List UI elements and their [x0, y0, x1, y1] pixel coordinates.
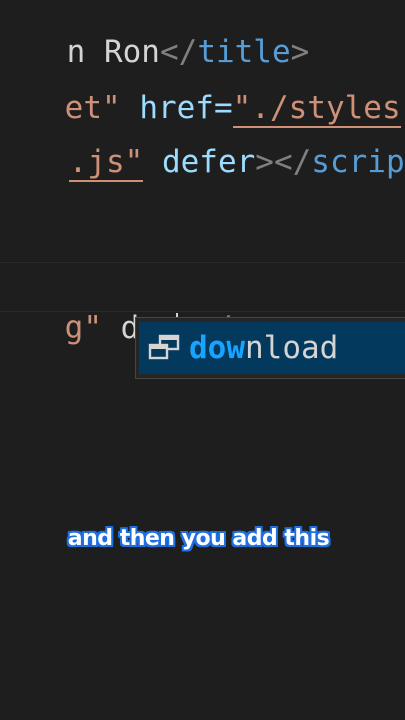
- autocomplete-widget: download: [135, 317, 405, 379]
- code-line-script: .js" defer></script: [0, 102, 405, 222]
- close-bracket: ></: [255, 144, 312, 180]
- tag-name-script: script: [311, 144, 405, 180]
- code-editor[interactable]: n Ron</title> et" href="./styles .js" de…: [0, 0, 405, 720]
- src-value[interactable]: .js": [68, 144, 144, 182]
- defer-attribute: defer: [143, 144, 256, 180]
- suggestion-download[interactable]: download: [139, 322, 405, 374]
- string-end: g": [64, 310, 102, 346]
- suggestion-label: download: [189, 330, 338, 366]
- suggestion-match: dow: [189, 330, 245, 366]
- video-subtitle: and then you add this: [67, 526, 330, 551]
- suggestion-rest: nload: [245, 330, 339, 366]
- property-icon: [147, 331, 187, 365]
